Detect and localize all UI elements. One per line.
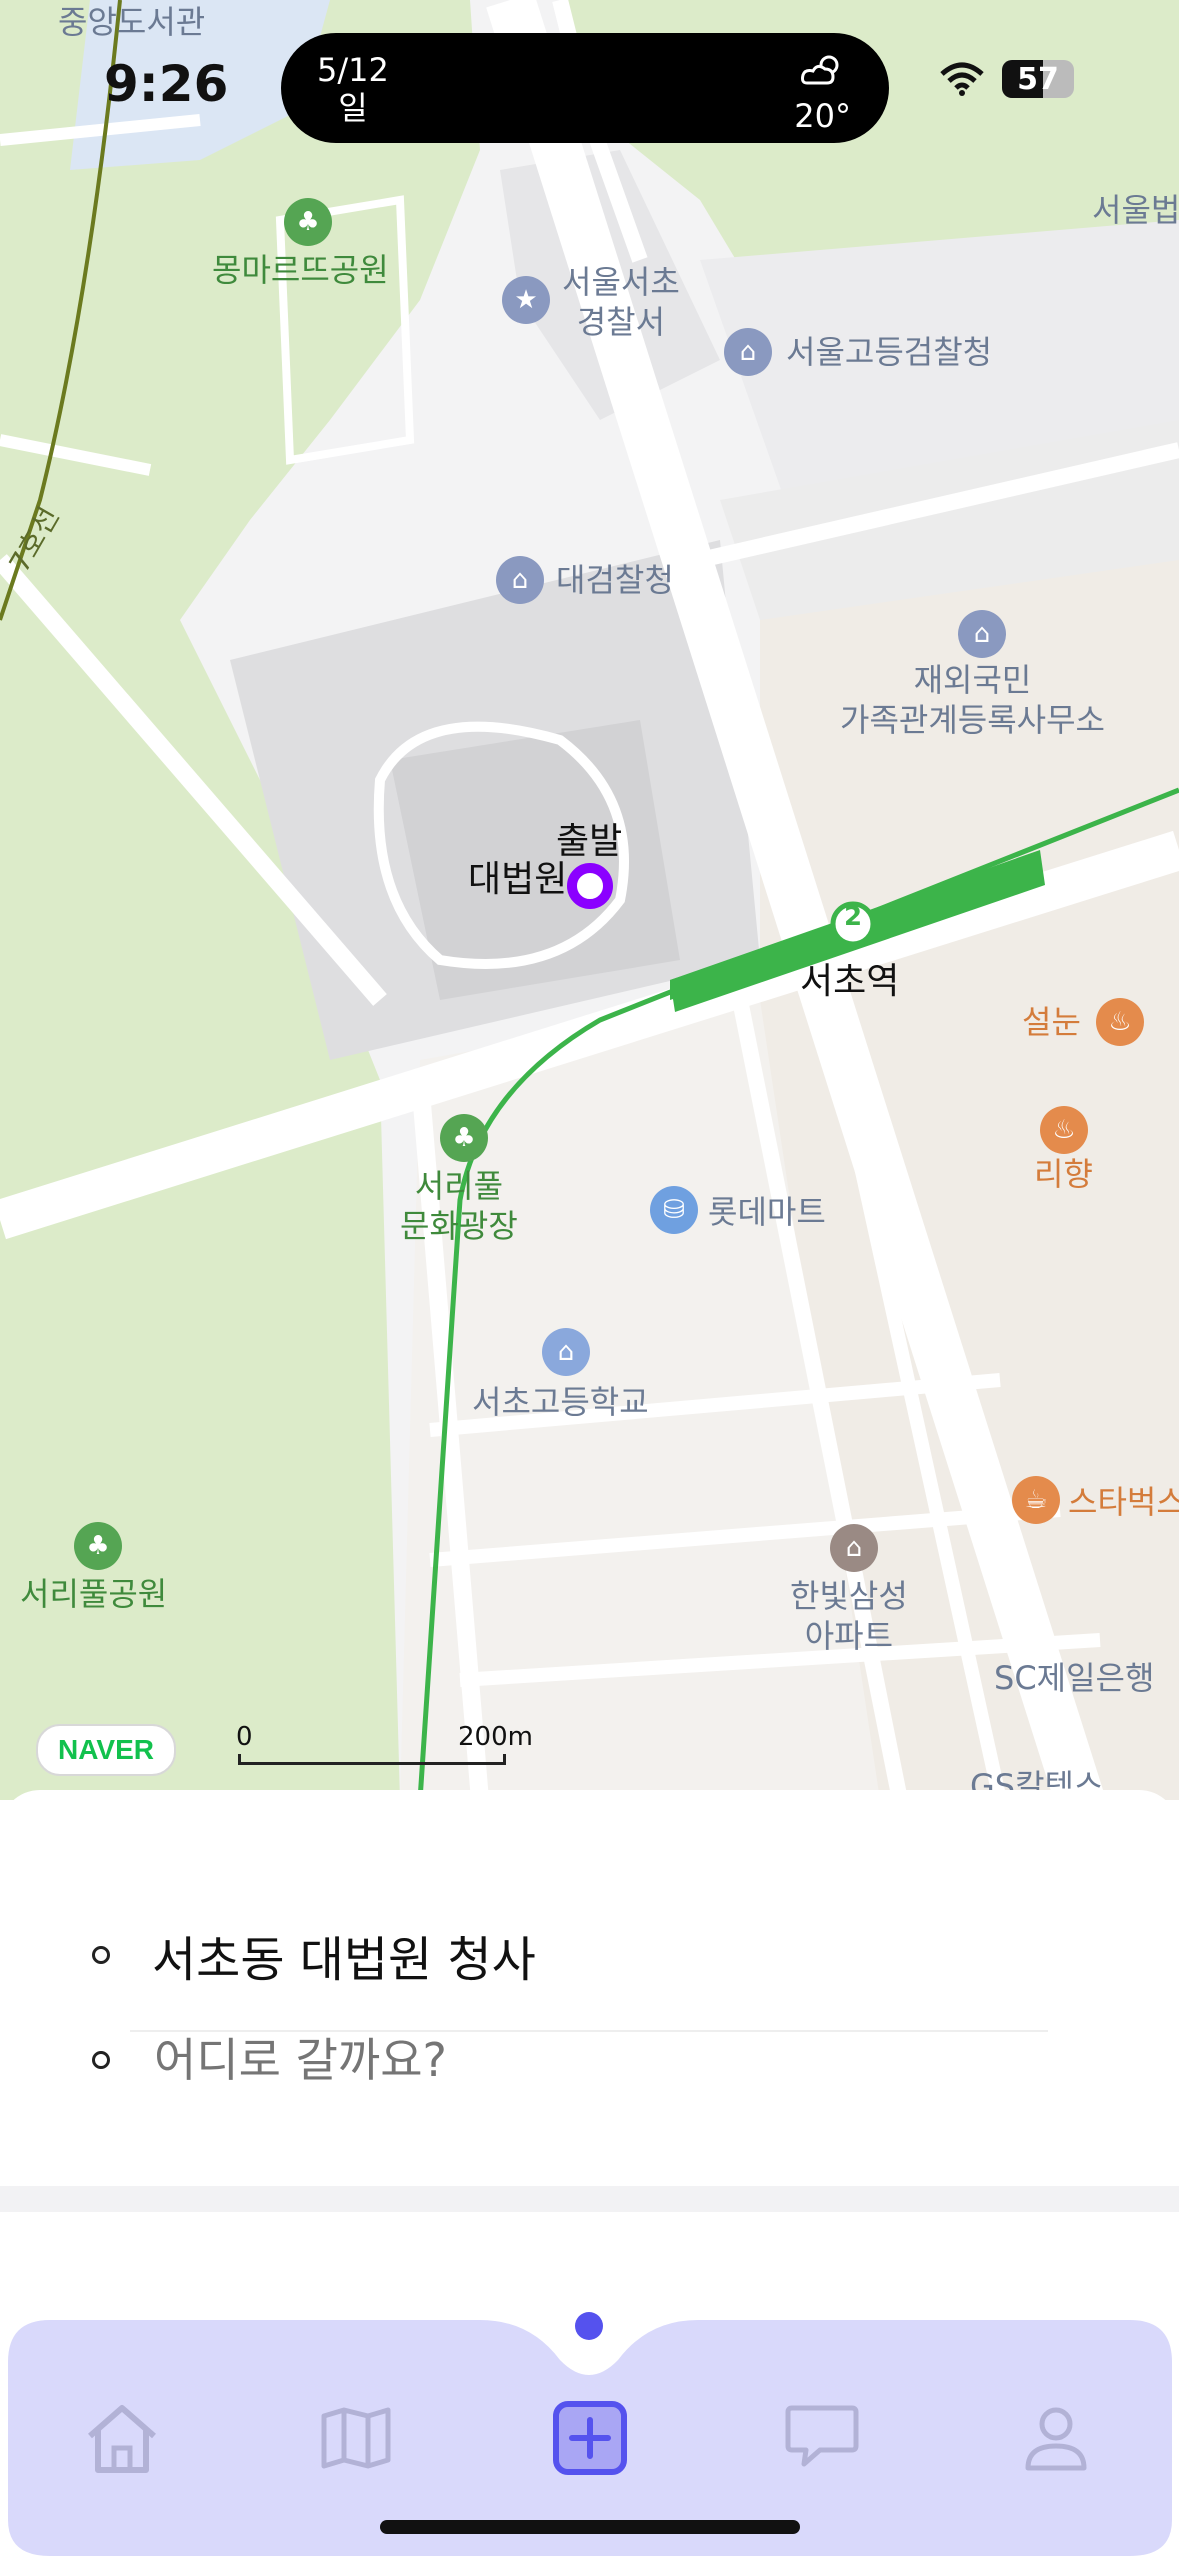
apartment-icon: ⌂: [830, 1524, 878, 1572]
poi-starbucks[interactable]: 스타벅스: [1068, 1482, 1179, 1522]
active-tab-indicator: [575, 2312, 603, 2340]
destination-input[interactable]: [152, 2032, 956, 2088]
destination-row[interactable]: [92, 2032, 956, 2088]
map-view[interactable]: 중앙도서관 ♣ 몽마르뜨공원 ★ 서울서초 경찰서 ⌂ 서울고등검찰청 서울법 …: [0, 0, 1179, 1800]
restaurant-icon: ♨: [1096, 998, 1144, 1046]
poi-sc-bank[interactable]: SC제일은행: [994, 1658, 1154, 1698]
home-icon: [88, 2405, 156, 2473]
origin-label: 출발: [556, 821, 623, 862]
poi-overseas-office[interactable]: 재외국민 가족관계등록사무소: [840, 660, 1105, 740]
section-separator: [0, 2186, 1179, 2212]
home-indicator: [380, 2520, 800, 2534]
poi-rihyang[interactable]: 리향: [1034, 1154, 1093, 1194]
origin-row[interactable]: 서초동 대법원 청사: [92, 1920, 536, 1990]
tab-home[interactable]: [82, 2398, 162, 2478]
scale-bar: [238, 1754, 506, 1765]
battery-icon: 57: [1002, 60, 1074, 98]
weekday-label: 일: [338, 89, 368, 127]
school-icon: ⌂: [542, 1328, 590, 1376]
poi-supreme-prosecutor[interactable]: 대검찰청: [556, 560, 674, 600]
shopping-icon: ⛁: [650, 1186, 698, 1234]
park-icon: ♣: [74, 1522, 122, 1570]
island-date: 5/12 일: [317, 51, 389, 127]
map-icon: [321, 2407, 391, 2469]
tab-add[interactable]: [550, 2398, 630, 2478]
poi-seocho-highschool[interactable]: 서초고등학교: [472, 1382, 649, 1422]
profile-icon: [1025, 2407, 1087, 2471]
temperature-label: 20°: [794, 97, 851, 135]
tab-chat[interactable]: [782, 2398, 862, 2478]
poi-seoripul-plaza[interactable]: 서리풀 문화광장: [400, 1166, 518, 1246]
poi-seocho-station[interactable]: 서초역: [800, 962, 899, 1002]
poi-seoul-right[interactable]: 서울법: [1092, 190, 1179, 230]
restaurant-icon: ♨: [1040, 1106, 1088, 1154]
island-weather: 20°: [794, 51, 851, 136]
park-icon: ♣: [284, 198, 332, 246]
origin-field[interactable]: 서초동 대법원 청사: [152, 1920, 536, 1990]
scale-end-label: 200m: [458, 1722, 533, 1752]
chat-icon: [785, 2405, 859, 2467]
wifi-icon: [940, 62, 984, 96]
status-time: 9:26: [104, 55, 229, 113]
add-icon: [553, 2401, 627, 2475]
police-icon: ★: [502, 276, 550, 324]
government-icon: ⌂: [958, 610, 1006, 658]
subway-line-badge: 2: [843, 902, 863, 932]
dynamic-island: 5/12 일 20°: [281, 33, 889, 143]
poi-seocho-police[interactable]: 서울서초 경찰서: [562, 262, 680, 342]
weather-icon: [794, 51, 851, 96]
poi-seoripul-park[interactable]: 서리풀공원: [20, 1574, 167, 1614]
government-icon: ⌂: [496, 556, 544, 604]
park-icon: ♣: [440, 1114, 488, 1162]
battery-level: 57: [1017, 61, 1059, 97]
destination-dot-icon: [92, 2051, 110, 2069]
cafe-icon: ☕: [1012, 1476, 1060, 1524]
tab-map[interactable]: [316, 2398, 396, 2478]
naver-logo: NAVER: [36, 1724, 176, 1776]
tab-profile[interactable]: [1016, 2398, 1096, 2478]
poi-seolnun[interactable]: 설눈: [1022, 1002, 1081, 1042]
map-scale: 0 200m: [236, 1722, 533, 1765]
poi-supreme-court[interactable]: 대법원: [468, 860, 567, 900]
government-icon: ⌂: [724, 328, 772, 376]
poi-montmartre-park[interactable]: 몽마르뜨공원: [212, 250, 389, 290]
poi-hanbit-apartment[interactable]: 한빛삼성 아파트: [790, 1576, 908, 1656]
poi-lotte-mart[interactable]: 롯데마트: [708, 1192, 826, 1232]
scale-start-label: 0: [236, 1722, 253, 1752]
date-label: 5/12: [317, 51, 389, 89]
poi-jungang-library[interactable]: 중앙도서관: [58, 2, 205, 42]
status-icons: 57: [940, 60, 1074, 98]
poi-high-prosecutor[interactable]: 서울고등검찰청: [786, 332, 992, 372]
origin-dot-icon: [92, 1946, 110, 1964]
